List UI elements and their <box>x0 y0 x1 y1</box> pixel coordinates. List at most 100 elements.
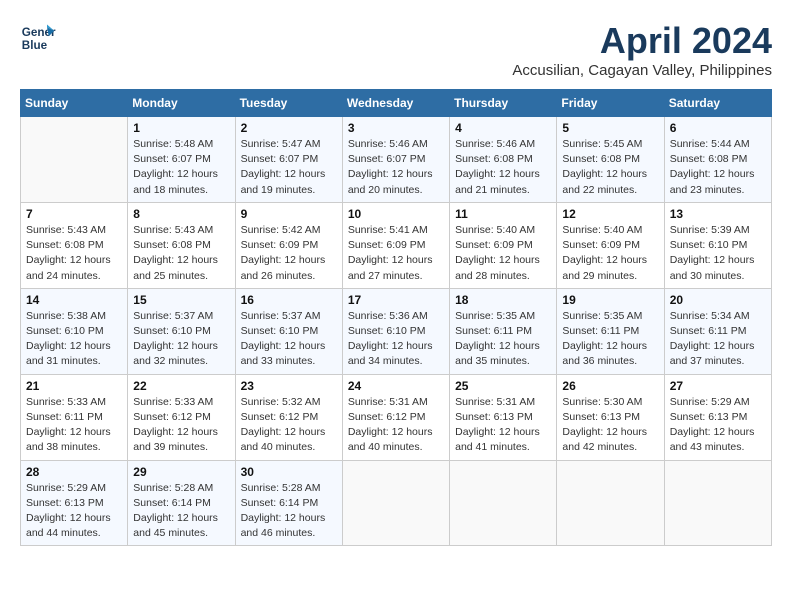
weekday-header-wednesday: Wednesday <box>342 90 449 117</box>
day-number: 28 <box>26 465 122 479</box>
day-info: Sunrise: 5:40 AM Sunset: 6:09 PM Dayligh… <box>455 223 551 284</box>
day-number: 2 <box>241 121 337 135</box>
weekday-header-thursday: Thursday <box>450 90 557 117</box>
day-cell: 19Sunrise: 5:35 AM Sunset: 6:11 PM Dayli… <box>557 288 664 374</box>
day-info: Sunrise: 5:28 AM Sunset: 6:14 PM Dayligh… <box>133 481 229 542</box>
day-number: 23 <box>241 379 337 393</box>
day-info: Sunrise: 5:35 AM Sunset: 6:11 PM Dayligh… <box>562 309 658 370</box>
day-cell: 18 Sunrise: 5:35 AM Sunset: 6:11 PM Dayli… <box>450 288 557 374</box>
day-cell: 7 Sunrise: 5:43 AM Sunset: 6:08 PM Daylig… <box>21 202 128 288</box>
day-number: 6 <box>670 121 766 135</box>
day-info: Sunrise: 5:43 AM Sunset: 6:08 PM Dayligh… <box>26 223 122 284</box>
day-cell <box>342 460 449 546</box>
day-cell: 30 Sunrise: 5:28 AM Sunset: 6:14 PM Dayli… <box>235 460 342 546</box>
day-info: Sunrise: 5:32 AM Sunset: 6:12 PM Dayligh… <box>241 395 337 456</box>
location-subtitle: Accusilian, Cagayan Valley, Philippines <box>512 62 772 79</box>
day-info: Sunrise: 5:47 AM Sunset: 6:07 PM Dayligh… <box>241 137 337 198</box>
day-info: Sunrise: 5:43 AM Sunset: 6:08 PM Dayligh… <box>133 223 229 284</box>
day-cell: 21 Sunrise: 5:33 AM Sunset: 6:11 PM Dayli… <box>21 374 128 460</box>
day-number: 13 <box>670 207 766 221</box>
day-cell: 27 Sunrise: 5:29 AM Sunset: 6:13 PM Dayli… <box>664 374 771 460</box>
day-info: Sunrise: 5:31 AM Sunset: 6:13 PM Dayligh… <box>455 395 551 456</box>
week-row-5: 28 Sunrise: 5:29 AM Sunset: 6:13 PM Dayli… <box>21 460 772 546</box>
day-cell: 1Sunrise: 5:48 AM Sunset: 6:07 PM Daylig… <box>128 117 235 203</box>
day-cell: 14 Sunrise: 5:38 AM Sunset: 6:10 PM Dayli… <box>21 288 128 374</box>
week-row-2: 7 Sunrise: 5:43 AM Sunset: 6:08 PM Daylig… <box>21 202 772 288</box>
logo: General Blue <box>20 20 56 56</box>
day-cell <box>557 460 664 546</box>
day-info: Sunrise: 5:35 AM Sunset: 6:11 PM Dayligh… <box>455 309 551 370</box>
day-info: Sunrise: 5:44 AM Sunset: 6:08 PM Dayligh… <box>670 137 766 198</box>
day-cell <box>21 117 128 203</box>
day-number: 26 <box>562 379 658 393</box>
day-number: 14 <box>26 293 122 307</box>
day-cell: 13Sunrise: 5:39 AM Sunset: 6:10 PM Dayli… <box>664 202 771 288</box>
day-info: Sunrise: 5:29 AM Sunset: 6:13 PM Dayligh… <box>26 481 122 542</box>
day-cell: 8 Sunrise: 5:43 AM Sunset: 6:08 PM Daylig… <box>128 202 235 288</box>
day-number: 30 <box>241 465 337 479</box>
day-cell: 22 Sunrise: 5:33 AM Sunset: 6:12 PM Dayli… <box>128 374 235 460</box>
weekday-header-sunday: Sunday <box>21 90 128 117</box>
day-info: Sunrise: 5:37 AM Sunset: 6:10 PM Dayligh… <box>133 309 229 370</box>
weekday-header-saturday: Saturday <box>664 90 771 117</box>
day-cell: 3 Sunrise: 5:46 AM Sunset: 6:07 PM Daylig… <box>342 117 449 203</box>
day-info: Sunrise: 5:33 AM Sunset: 6:12 PM Dayligh… <box>133 395 229 456</box>
page-header: General Blue April 2024 Accusilian, Caga… <box>20 20 772 79</box>
day-info: Sunrise: 5:30 AM Sunset: 6:13 PM Dayligh… <box>562 395 658 456</box>
day-cell <box>664 460 771 546</box>
day-cell: 28 Sunrise: 5:29 AM Sunset: 6:13 PM Dayli… <box>21 460 128 546</box>
weekday-header-monday: Monday <box>128 90 235 117</box>
day-number: 7 <box>26 207 122 221</box>
day-info: Sunrise: 5:42 AM Sunset: 6:09 PM Dayligh… <box>241 223 337 284</box>
day-number: 15 <box>133 293 229 307</box>
day-info: Sunrise: 5:46 AM Sunset: 6:08 PM Dayligh… <box>455 137 551 198</box>
day-info: Sunrise: 5:28 AM Sunset: 6:14 PM Dayligh… <box>241 481 337 542</box>
day-info: Sunrise: 5:37 AM Sunset: 6:10 PM Dayligh… <box>241 309 337 370</box>
day-cell: 20Sunrise: 5:34 AM Sunset: 6:11 PM Dayli… <box>664 288 771 374</box>
day-number: 21 <box>26 379 122 393</box>
week-row-4: 21 Sunrise: 5:33 AM Sunset: 6:11 PM Dayli… <box>21 374 772 460</box>
day-number: 5 <box>562 121 658 135</box>
day-info: Sunrise: 5:33 AM Sunset: 6:11 PM Dayligh… <box>26 395 122 456</box>
day-cell: 5Sunrise: 5:45 AM Sunset: 6:08 PM Daylig… <box>557 117 664 203</box>
day-number: 22 <box>133 379 229 393</box>
month-title: April 2024 <box>512 20 772 62</box>
day-cell: 24Sunrise: 5:31 AM Sunset: 6:12 PM Dayli… <box>342 374 449 460</box>
day-cell: 15 Sunrise: 5:37 AM Sunset: 6:10 PM Dayli… <box>128 288 235 374</box>
day-number: 12 <box>562 207 658 221</box>
day-info: Sunrise: 5:36 AM Sunset: 6:10 PM Dayligh… <box>348 309 444 370</box>
calendar-table: SundayMondayTuesdayWednesdayThursdayFrid… <box>20 89 772 546</box>
week-row-3: 14 Sunrise: 5:38 AM Sunset: 6:10 PM Dayli… <box>21 288 772 374</box>
day-info: Sunrise: 5:40 AM Sunset: 6:09 PM Dayligh… <box>562 223 658 284</box>
day-cell: 17 Sunrise: 5:36 AM Sunset: 6:10 PM Dayli… <box>342 288 449 374</box>
logo-icon: General Blue <box>20 20 56 56</box>
day-info: Sunrise: 5:41 AM Sunset: 6:09 PM Dayligh… <box>348 223 444 284</box>
weekday-header-row: SundayMondayTuesdayWednesdayThursdayFrid… <box>21 90 772 117</box>
day-number: 27 <box>670 379 766 393</box>
day-cell: 16 Sunrise: 5:37 AM Sunset: 6:10 PM Dayli… <box>235 288 342 374</box>
day-number: 16 <box>241 293 337 307</box>
day-number: 20 <box>670 293 766 307</box>
day-cell: 10 Sunrise: 5:41 AM Sunset: 6:09 PM Dayli… <box>342 202 449 288</box>
day-cell: 6 Sunrise: 5:44 AM Sunset: 6:08 PM Daylig… <box>664 117 771 203</box>
day-info: Sunrise: 5:31 AM Sunset: 6:12 PM Dayligh… <box>348 395 444 456</box>
day-cell: 23 Sunrise: 5:32 AM Sunset: 6:12 PM Dayli… <box>235 374 342 460</box>
day-number: 3 <box>348 121 444 135</box>
day-cell: 9Sunrise: 5:42 AM Sunset: 6:09 PM Daylig… <box>235 202 342 288</box>
day-number: 4 <box>455 121 551 135</box>
title-block: April 2024 Accusilian, Cagayan Valley, P… <box>512 20 772 79</box>
day-number: 1 <box>133 121 229 135</box>
day-info: Sunrise: 5:29 AM Sunset: 6:13 PM Dayligh… <box>670 395 766 456</box>
day-number: 8 <box>133 207 229 221</box>
day-cell: 25Sunrise: 5:31 AM Sunset: 6:13 PM Dayli… <box>450 374 557 460</box>
day-info: Sunrise: 5:38 AM Sunset: 6:10 PM Dayligh… <box>26 309 122 370</box>
weekday-header-tuesday: Tuesday <box>235 90 342 117</box>
day-number: 29 <box>133 465 229 479</box>
day-number: 10 <box>348 207 444 221</box>
day-cell: 4 Sunrise: 5:46 AM Sunset: 6:08 PM Daylig… <box>450 117 557 203</box>
day-number: 18 <box>455 293 551 307</box>
day-cell: 29 Sunrise: 5:28 AM Sunset: 6:14 PM Dayli… <box>128 460 235 546</box>
day-cell: 12 Sunrise: 5:40 AM Sunset: 6:09 PM Dayli… <box>557 202 664 288</box>
day-info: Sunrise: 5:46 AM Sunset: 6:07 PM Dayligh… <box>348 137 444 198</box>
day-number: 17 <box>348 293 444 307</box>
